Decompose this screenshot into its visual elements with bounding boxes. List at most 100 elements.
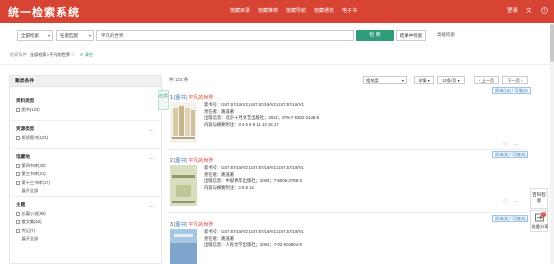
call-number: 索书号：I247.57/L9/V2,I247.57/L9/V2,I247.57/… [204,165,304,170]
result-type: [图书] [174,158,187,164]
sort-select[interactable]: 相关度 ▾ [363,76,407,84]
facet-option[interactable]: 传记(7) [16,228,46,234]
result-card: 3 [图书] 平凡的世界 索书号：I247.57/L9/V2,I247.57/L… [167,221,528,264]
chevron-down-icon: ▾ [47,33,50,38]
book-cover[interactable] [170,229,197,264]
publication-info: 出版信息：中国青年出版社；2000；7-5006-3785-3 [204,178,302,184]
result-type: [图书] [174,222,187,228]
result-title-link[interactable]: 平凡的世界 [188,158,213,164]
checkbox[interactable] [16,220,20,224]
result-actions: ♡ ⋯ [503,199,518,205]
encyclopedia-search-button[interactable]: 百科检索 [530,188,548,209]
facet-resource-type: 资源类型 纸质图书(123) [16,126,48,141]
facet-sidebar: 聚类条件 应用 资料类型 图书(123) 资源类型 纸质图书(123) ︿ 馆藏… [9,75,169,264]
clear-conditions-link[interactable]: ⟳ 清空 [80,52,93,57]
result-number: 1 [170,95,173,101]
translate-icon[interactable]: 文 [526,6,533,14]
condition-label: 检索条件 [10,52,27,57]
top-header: 统一检索系统 馆藏目录 馆藏推荐 馆藏导航 馆藏通览 电子书 登录 文 ? [0,0,554,23]
nav-item-catalog[interactable]: 馆藏目录 [230,7,258,14]
facet-option-label: 第四书库(30) [21,162,46,168]
search-panel: 全部检索 ▾ 任意匹配 ▾ 平凡的世界 检 索 结果中检索 高级检索 检索条件 … [0,23,554,65]
facet-option[interactable]: 第四书库(30) [16,163,50,169]
batch-share-button[interactable]: 0 批量分享 [530,210,548,232]
result-title[interactable]: 3 [图书] 平凡的世界 [170,221,213,228]
checkbox[interactable] [16,163,20,168]
holding-status-badge[interactable]: 纸本(15) / 可借(3) [492,87,531,94]
favorite-icon[interactable]: ♡ [503,142,507,148]
facet-option[interactable]: 图书(123) [16,107,40,113]
expand-all-link[interactable]: 展开全部 [16,188,50,194]
next-page-label: 下一页 [507,78,520,83]
checkbox[interactable] [16,228,20,233]
encyclopedia-label: 百科检索 [532,192,546,203]
search-button[interactable]: 检 索 [356,30,394,41]
facet-title: 资料类型 [16,98,35,103]
prev-page-button[interactable]: ‹ 上一页 [474,76,499,84]
facet-option[interactable]: 长篇小说(99) [16,211,46,217]
checkbox[interactable] [16,211,20,216]
scope-select-value: 全部检索 [21,33,39,38]
clear-label: 清空 [84,52,93,57]
facet-option[interactable]: 纸质图书(123) [16,135,48,141]
divider [10,196,161,197]
result-metadata: 索书号：I247.57/L9/V2,I247.57/L9/V2,I247.57/… [204,165,304,191]
checkbox[interactable] [16,135,20,140]
login-link[interactable]: 登录 [507,6,518,14]
close-icon[interactable]: × [72,52,74,57]
nav-item-recommend[interactable]: 馆藏推荐 [258,7,286,14]
more-icon[interactable]: ⋯ [513,199,518,205]
chevron-up-icon[interactable]: ︿ [149,203,153,209]
more-icon[interactable]: ⋯ [513,142,518,148]
help-icon[interactable]: ? [541,6,548,14]
book-cover[interactable] [170,102,197,143]
result-card: 2 [图书] 平凡的世界 索书号：I247.57/L9/V2,I247.57/L… [167,157,528,213]
facet-option-label: 纸质图书(123) [21,134,49,140]
facet-title: 馆藏地 [16,154,30,159]
expand-all-link[interactable]: 展开全部 [16,236,46,242]
search-input[interactable]: 平凡的世界 [96,30,354,41]
facet-option[interactable]: 第三书库(21) [16,171,50,177]
facet-option[interactable]: 散文集(52) [16,219,46,225]
site-title[interactable]: 统一检索系统 [8,4,80,20]
divider [10,148,161,149]
nav-item-navigation[interactable]: 馆藏导航 [286,7,314,14]
svg-text:?: ? [543,8,545,13]
next-page-button[interactable]: 下一页 › [502,76,528,84]
search-within-button[interactable]: 结果中检索 [396,30,426,41]
divider [10,120,161,121]
facet-option[interactable]: 第十三书库(17) [16,180,50,186]
view-select[interactable]: 详情 ▾ [414,76,434,84]
nav-item-browse[interactable]: 馆藏通览 [314,7,342,14]
nav-item-ebook[interactable]: 电子书 [342,7,370,14]
result-metadata: 索书号：I247.57/L9/V2,I247.57/L9/V2,I247.57/… [204,229,304,249]
sort-select-value: 相关度 [366,78,379,83]
batch-share-label: 批量分享 [531,224,549,229]
per-page-select[interactable]: 10条/页 ▾ [437,76,465,84]
call-number: 索书号：I247.57/L9/V2,I247.57/L9/V2,I247.57/… [204,102,304,107]
checkbox[interactable] [16,180,20,185]
scope-select[interactable]: 全部检索 ▾ [17,30,53,41]
chevron-up-icon[interactable]: ︿ [149,127,153,133]
view-select-value: 详情 [418,78,427,83]
checkbox[interactable] [16,107,20,112]
prev-page-label: 上一页 [481,78,495,83]
condition-tag: 全部检索=平凡的世界 [29,52,71,57]
favorite-icon[interactable]: ♡ [503,199,507,205]
result-title[interactable]: 2 [图书] 平凡的世界 [170,157,213,164]
scrollbar-thumb[interactable] [550,24,554,62]
checkbox[interactable] [16,172,20,176]
result-type: [图书] [174,95,187,101]
advanced-search-link[interactable]: 高级检索 [437,32,455,38]
chevron-down-icon: ▾ [401,78,404,83]
cart-count-badge: 0 [541,212,546,217]
result-title-link[interactable]: 平凡的世界 [188,95,213,101]
result-title-link[interactable]: 平凡的世界 [188,222,213,228]
match-select[interactable]: 任意匹配 ▾ [56,30,94,41]
book-cover[interactable] [170,165,197,206]
chevron-up-icon[interactable]: ︿ [149,155,153,161]
result-title[interactable]: 1 [图书] 平凡的世界 [170,94,213,101]
result-metadata: 索书号：I247.57/L9/V2,I247.57/L9/V2,I247.57/… [204,102,319,128]
facet-doc-type: 资料类型 图书(123) [16,98,40,113]
facet-option-label: 图书(123) [21,106,40,112]
